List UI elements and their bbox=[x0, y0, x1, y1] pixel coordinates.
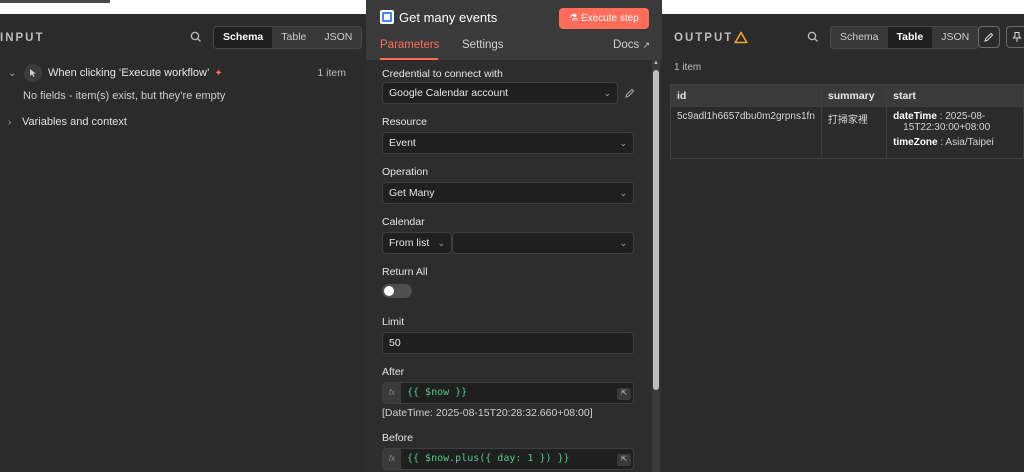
parameters-scrollbar[interactable]: ▲ bbox=[652, 60, 660, 472]
node-panel: Get many events ⚗ Execute step Parameter… bbox=[366, 0, 662, 472]
input-title: INPUT bbox=[0, 32, 45, 44]
input-item-count: 1 item bbox=[317, 67, 346, 79]
output-tab-schema[interactable]: Schema bbox=[831, 27, 888, 48]
empty-message: No fields - item(s) exist, but they’re e… bbox=[23, 90, 226, 102]
start-datetime-key: dateTime bbox=[893, 111, 937, 122]
scroll-up-arrow[interactable]: ▲ bbox=[652, 60, 660, 68]
search-icon[interactable] bbox=[189, 30, 203, 44]
start-datetime-value-1: : 2025-08- bbox=[939, 111, 986, 122]
limit-input[interactable]: 50 bbox=[382, 332, 634, 354]
input-tab-table[interactable]: Table bbox=[272, 27, 315, 48]
variables-context-toggle[interactable]: › Variables and context bbox=[8, 116, 127, 128]
after-datetime-hint: [DateTime: 2025-08-15T20:28:32.660+08:00… bbox=[382, 407, 593, 419]
start-timezone-key: timeZone bbox=[893, 137, 938, 148]
resource-select[interactable]: Event ⌄ bbox=[382, 132, 634, 154]
execute-step-label: Execute step bbox=[580, 13, 639, 24]
pin-icon bbox=[1012, 32, 1022, 42]
chevron-down-icon: ⌄ bbox=[619, 138, 627, 148]
output-tab-table[interactable]: Table bbox=[887, 27, 933, 48]
before-expression: {{ $now.plus({ day: 1 }) }} bbox=[407, 453, 570, 464]
calendar-mode-select[interactable]: From list ⌄ bbox=[382, 232, 452, 254]
column-header-summary[interactable]: summary bbox=[820, 84, 888, 107]
after-expression: {{ $now }} bbox=[407, 387, 468, 398]
bolt-icon: ✦ bbox=[214, 67, 223, 79]
warning-icon bbox=[734, 31, 748, 44]
calendar-mode-value: From list bbox=[389, 237, 430, 249]
fx-icon: fx bbox=[383, 449, 401, 469]
docs-label: Docs bbox=[613, 39, 640, 51]
flask-icon: ⚗ bbox=[569, 13, 579, 24]
input-tab-json[interactable]: JSON bbox=[315, 27, 361, 48]
output-item-count: 1 item bbox=[674, 62, 702, 73]
pencil-icon bbox=[984, 32, 994, 42]
node-header: Get many events ⚗ Execute step Parameter… bbox=[366, 0, 662, 60]
execute-step-button[interactable]: ⚗ Execute step bbox=[559, 8, 649, 29]
column-header-id[interactable]: id bbox=[670, 84, 822, 107]
tab-settings[interactable]: Settings bbox=[462, 39, 504, 51]
chevron-down-icon: ⌄ bbox=[619, 188, 627, 198]
calendar-label: Calendar bbox=[382, 216, 425, 228]
node-title[interactable]: Get many events bbox=[399, 10, 497, 25]
limit-label: Limit bbox=[382, 316, 405, 328]
trigger-row[interactable]: ⌄ When clicking ‘Execute workflow’ ✦ 1 i… bbox=[8, 64, 358, 82]
input-view-switcher: Schema Table JSON bbox=[213, 26, 363, 49]
input-tab-schema[interactable]: Schema bbox=[214, 27, 273, 48]
before-expression-input[interactable]: fx {{ $now.plus({ day: 1 }) }} ⇱ bbox=[382, 448, 634, 470]
calendar-select[interactable]: ⌄ bbox=[452, 232, 634, 254]
pin-output-button[interactable] bbox=[1006, 26, 1024, 48]
node-tabs: Parameters Settings Docs ↗ bbox=[380, 38, 650, 60]
cell-start[interactable]: dateTime : 2025-08- 15T22:30:00+08:00 ti… bbox=[886, 106, 1024, 159]
operation-label: Operation bbox=[382, 166, 429, 178]
column-header-start[interactable]: start bbox=[886, 84, 1024, 107]
after-expression-input[interactable]: fx {{ $now }} ⇱ bbox=[382, 382, 634, 404]
external-link-icon: ↗ bbox=[642, 40, 650, 50]
docs-link[interactable]: Docs ↗ bbox=[613, 39, 650, 51]
operation-value: Get Many bbox=[389, 187, 435, 199]
before-label: Before bbox=[382, 432, 413, 444]
start-timezone: timeZone : Asia/Taipei bbox=[893, 137, 1017, 148]
operation-select[interactable]: Get Many ⌄ bbox=[382, 182, 634, 204]
fx-icon: fx bbox=[383, 383, 401, 403]
pencil-icon[interactable] bbox=[624, 87, 636, 99]
trigger-name: When clicking ‘Execute workflow’ bbox=[48, 67, 210, 79]
parameters-form: Credential to connect with Google Calend… bbox=[366, 60, 652, 472]
credential-label: Credential to connect with bbox=[382, 68, 503, 80]
output-title: OUTPUT bbox=[674, 32, 734, 44]
google-calendar-icon bbox=[380, 10, 394, 24]
resource-label: Resource bbox=[382, 116, 427, 128]
toggle-knob bbox=[384, 286, 394, 296]
expand-icon[interactable]: ⇱ bbox=[617, 388, 631, 400]
top-strip-bar bbox=[0, 0, 110, 3]
input-panel: INPUT Schema Table JSON ⌄ When clicking … bbox=[0, 14, 366, 472]
credential-value: Google Calendar account bbox=[389, 87, 509, 99]
return-all-toggle[interactable] bbox=[382, 284, 412, 298]
chevron-down-icon[interactable]: ⌄ bbox=[8, 68, 20, 79]
resource-value: Event bbox=[389, 137, 416, 149]
cell-id[interactable]: 5c9adl1h6657dbu0m2grpns1fn bbox=[670, 106, 822, 159]
output-tab-json[interactable]: JSON bbox=[932, 27, 978, 48]
edit-output-button[interactable] bbox=[978, 26, 1000, 48]
cursor-icon bbox=[24, 64, 42, 82]
search-icon[interactable] bbox=[806, 30, 820, 44]
chevron-down-icon: ⌄ bbox=[437, 238, 445, 248]
chevron-down-icon: ⌄ bbox=[603, 88, 611, 98]
chevron-right-icon: › bbox=[8, 116, 12, 128]
limit-value: 50 bbox=[389, 337, 401, 349]
credential-select[interactable]: Google Calendar account ⌄ bbox=[382, 82, 618, 104]
table-row: 5c9adl1h6657dbu0m2grpns1fn 打掃家裡 dateTime… bbox=[670, 106, 1024, 159]
return-all-label: Return All bbox=[382, 266, 428, 278]
tab-parameters[interactable]: Parameters bbox=[380, 39, 439, 51]
start-datetime-value-2: 15T22:30:00+08:00 bbox=[903, 122, 991, 133]
scrollbar-thumb[interactable] bbox=[653, 70, 659, 390]
output-panel: OUTPUT Schema Table JSON 1 item id summa… bbox=[662, 14, 1024, 472]
start-timezone-value: : Asia/Taipei bbox=[940, 137, 994, 148]
variables-label: Variables and context bbox=[22, 116, 127, 128]
after-label: After bbox=[382, 366, 405, 378]
output-table: id summary start 5c9adl1h6657dbu0m2grpns… bbox=[670, 84, 1024, 159]
cell-summary[interactable]: 打掃家裡 bbox=[820, 106, 888, 159]
expand-icon[interactable]: ⇱ bbox=[617, 454, 631, 466]
start-datetime: dateTime : 2025-08- bbox=[893, 111, 1017, 122]
output-view-switcher: Schema Table JSON bbox=[830, 26, 980, 49]
chevron-down-icon: ⌄ bbox=[619, 238, 627, 248]
